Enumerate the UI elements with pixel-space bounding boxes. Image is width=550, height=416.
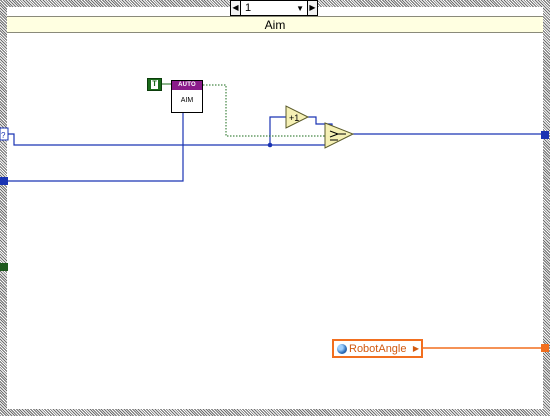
tunnel-marker: ? xyxy=(1,131,6,140)
wire-subvi-to-tunnel[interactable] xyxy=(8,113,184,182)
globe-icon xyxy=(337,343,347,354)
arrow-right-icon: ▶ xyxy=(412,344,419,353)
select-node[interactable] xyxy=(324,122,355,149)
global-variable-name: RobotAngle xyxy=(349,342,407,355)
wire-input-to-compare[interactable] xyxy=(8,133,325,146)
input-tunnel-boolean[interactable] xyxy=(0,263,8,271)
true-constant-label: T xyxy=(151,80,158,89)
aim-subvi[interactable]: AUTO AIM xyxy=(171,80,203,113)
wire-junction xyxy=(267,142,273,148)
wire-boolean-to-compare[interactable] xyxy=(203,84,330,137)
input-tunnel-numeric-2[interactable] xyxy=(0,177,8,185)
output-tunnel-dbl[interactable] xyxy=(541,344,549,352)
increment-node[interactable]: +1 xyxy=(285,105,310,129)
wire-to-increment[interactable] xyxy=(269,116,286,145)
increment-label: +1 xyxy=(289,113,299,123)
true-constant[interactable]: T xyxy=(147,78,162,91)
output-tunnel-numeric[interactable] xyxy=(541,131,549,139)
subvi-header: AUTO xyxy=(172,81,202,90)
robotangle-global-variable[interactable]: RobotAngle ▶ xyxy=(332,339,423,358)
subvi-label: AIM xyxy=(180,97,194,104)
block-diagram-wires: ? +1 xyxy=(0,83,549,352)
